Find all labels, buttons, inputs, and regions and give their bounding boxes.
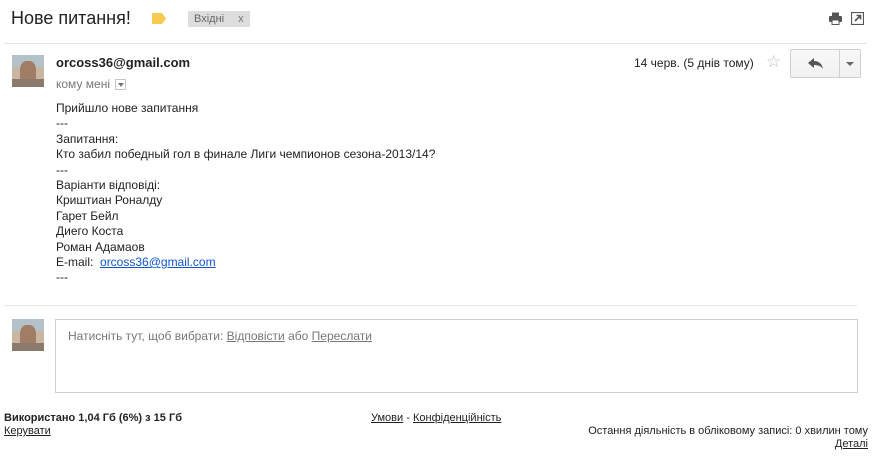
last-activity-text: Остання діяльність в обліковому записі: … xyxy=(588,425,868,437)
reply-button-group xyxy=(790,49,861,78)
terms-link[interactable]: Умови xyxy=(371,412,403,424)
body-line: Гарет Бейл xyxy=(56,208,119,223)
email-link[interactable]: orcoss36@gmail.com xyxy=(100,255,216,269)
label-tag-icon[interactable] xyxy=(152,13,166,24)
subject-bar: Нове питання! Вхідні x xyxy=(0,0,872,40)
star-icon[interactable]: ☆ xyxy=(766,52,781,72)
quick-reply-box[interactable]: Натисніть тут, щоб вибрати: Відповісти а… xyxy=(55,319,858,393)
body-line: Диего Коста xyxy=(56,224,124,239)
new-window-icon[interactable] xyxy=(851,12,864,25)
body-line: Запитання: xyxy=(56,131,119,146)
sender-avatar xyxy=(12,55,44,87)
forward-link[interactable]: Переслати xyxy=(312,329,372,343)
sender-email[interactable]: orcoss36@gmail.com xyxy=(56,55,190,70)
message-date: 14 черв. (5 днів тому) xyxy=(634,56,754,70)
email-subject: Нове питання! xyxy=(11,8,131,28)
body-line: --- xyxy=(56,270,68,285)
body-line: Кто забил победный гол в финале Лиги чем… xyxy=(56,147,436,162)
message-body: Прийшло нове запитання --- Запитання: Кт… xyxy=(56,101,435,286)
dropdown-arrow-icon[interactable] xyxy=(115,78,126,90)
email-label: E-mail: xyxy=(56,254,94,269)
message-divider xyxy=(4,305,857,306)
reply-hint: Натисніть тут, щоб вибрати: Відповісти а… xyxy=(68,329,372,343)
header-divider xyxy=(4,43,867,44)
footer-separator: - xyxy=(406,412,410,424)
body-line: Варіанти відповіді: xyxy=(56,177,161,192)
body-line: Криштиан Роналду xyxy=(56,193,163,208)
reply-link[interactable]: Відповісти xyxy=(227,329,285,343)
print-icon[interactable] xyxy=(829,12,842,25)
top-actions xyxy=(829,12,864,25)
privacy-link[interactable]: Конфіденційність xyxy=(413,412,501,424)
body-line: --- xyxy=(56,116,68,131)
more-dropdown-button[interactable] xyxy=(839,50,860,77)
inbox-label-text: Вхідні xyxy=(194,13,225,25)
manage-link[interactable]: Керувати xyxy=(4,425,51,437)
body-line: Прийшло нове запитання xyxy=(56,101,199,115)
account-activity: Остання діяльність в обліковому записі: … xyxy=(588,425,868,451)
reply-icon xyxy=(807,58,823,69)
footer-links: Умови - Конфіденційність xyxy=(371,412,501,424)
user-avatar xyxy=(12,319,44,351)
body-line: --- xyxy=(56,162,68,177)
more-dropdown-icon xyxy=(846,61,854,66)
reply-hint-prefix: Натисніть тут, щоб вибрати: xyxy=(68,329,224,343)
inbox-label-chip[interactable]: Вхідні x xyxy=(188,11,250,27)
body-line: Роман Адамаов xyxy=(56,239,145,254)
reply-hint-or: або xyxy=(288,329,309,343)
remove-label-button[interactable]: x xyxy=(238,13,244,25)
storage-info: Використано 1,04 Гб (6%) з 15 Гб Керуват… xyxy=(4,412,182,438)
recipient-line: кому мені xyxy=(56,77,126,91)
email-line: E-mail: orcoss36@gmail.com xyxy=(56,255,435,270)
storage-usage: Використано 1,04 Гб (6%) з 15 Гб xyxy=(4,412,182,424)
reply-button[interactable] xyxy=(791,50,839,77)
details-link[interactable]: Деталі xyxy=(835,438,868,450)
recipient-text: кому мені xyxy=(56,77,110,91)
